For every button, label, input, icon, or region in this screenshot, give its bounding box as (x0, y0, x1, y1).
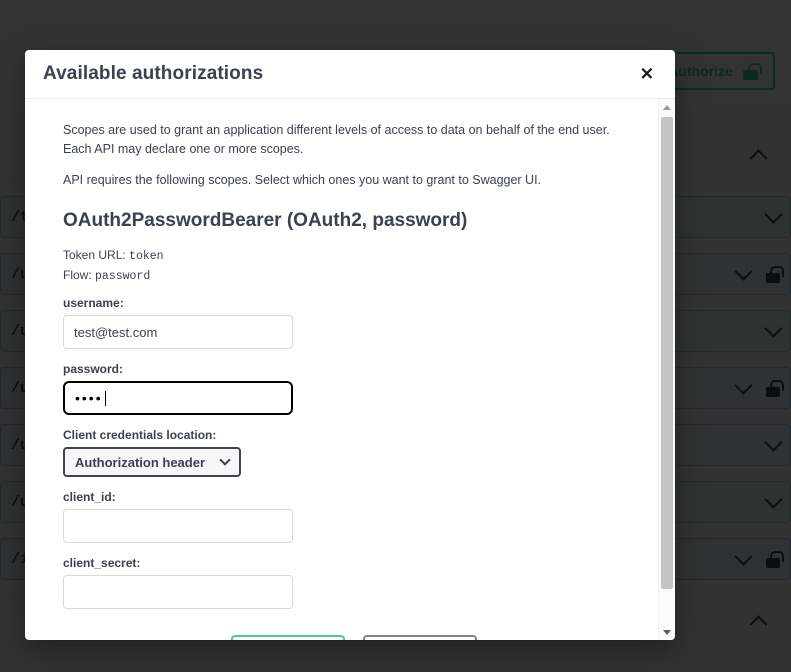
password-label: password: (63, 362, 124, 377)
client-credentials-location-select[interactable]: Authorization header (63, 447, 242, 478)
modal-scrollbar[interactable] (658, 99, 675, 640)
username-input[interactable] (63, 315, 293, 350)
token-url-value: token (129, 250, 164, 264)
token-url-line: Token URL: token (63, 248, 645, 263)
modal-actions: Authorize Close (63, 635, 645, 640)
client-id-label: client_id: (63, 490, 116, 505)
modal-header: Available authorizations ✕ (25, 50, 675, 99)
client-id-input[interactable] (63, 509, 293, 544)
auth-scheme-name: OAuth2PasswordBearer (OAuth2, password) (63, 210, 468, 232)
text-caret (104, 390, 106, 406)
token-url-label: Token URL: (63, 248, 126, 263)
authorize-button[interactable]: Authorize (231, 635, 345, 640)
scope-description: Scopes are used to grant an application … (63, 121, 645, 160)
scope-description-line2: Each API may declare one or more scopes. (63, 142, 304, 157)
client-secret-input[interactable] (63, 575, 293, 610)
flow-value: password (95, 270, 151, 284)
client-secret-label: client_secret: (63, 556, 141, 571)
scope-description-line1: Scopes are used to grant an application … (63, 123, 610, 137)
available-authorizations-modal: Available authorizations ✕ Scopes are us… (25, 50, 675, 640)
scrollbar-thumb[interactable] (661, 117, 673, 589)
username-label: username: (63, 296, 124, 311)
password-input[interactable]: •••• (63, 381, 293, 416)
scroll-down-icon[interactable] (659, 624, 675, 640)
password-masked-value: •••• (75, 390, 103, 407)
scroll-up-icon[interactable] (659, 99, 675, 115)
close-button[interactable]: Close (363, 635, 477, 640)
scope-requirement: API requires the following scopes. Selec… (63, 172, 542, 187)
modal-body: Scopes are used to grant an application … (25, 99, 675, 640)
client-credentials-location-value: Authorization header (75, 454, 206, 470)
close-icon[interactable]: ✕ (634, 62, 660, 87)
flow-line: Flow: password (63, 268, 645, 283)
chevron-down-icon (219, 454, 231, 466)
page-title: Available authorizations (43, 63, 264, 84)
client-credentials-location-label: Client credentials location: (63, 428, 217, 443)
flow-label: Flow: (63, 268, 92, 283)
